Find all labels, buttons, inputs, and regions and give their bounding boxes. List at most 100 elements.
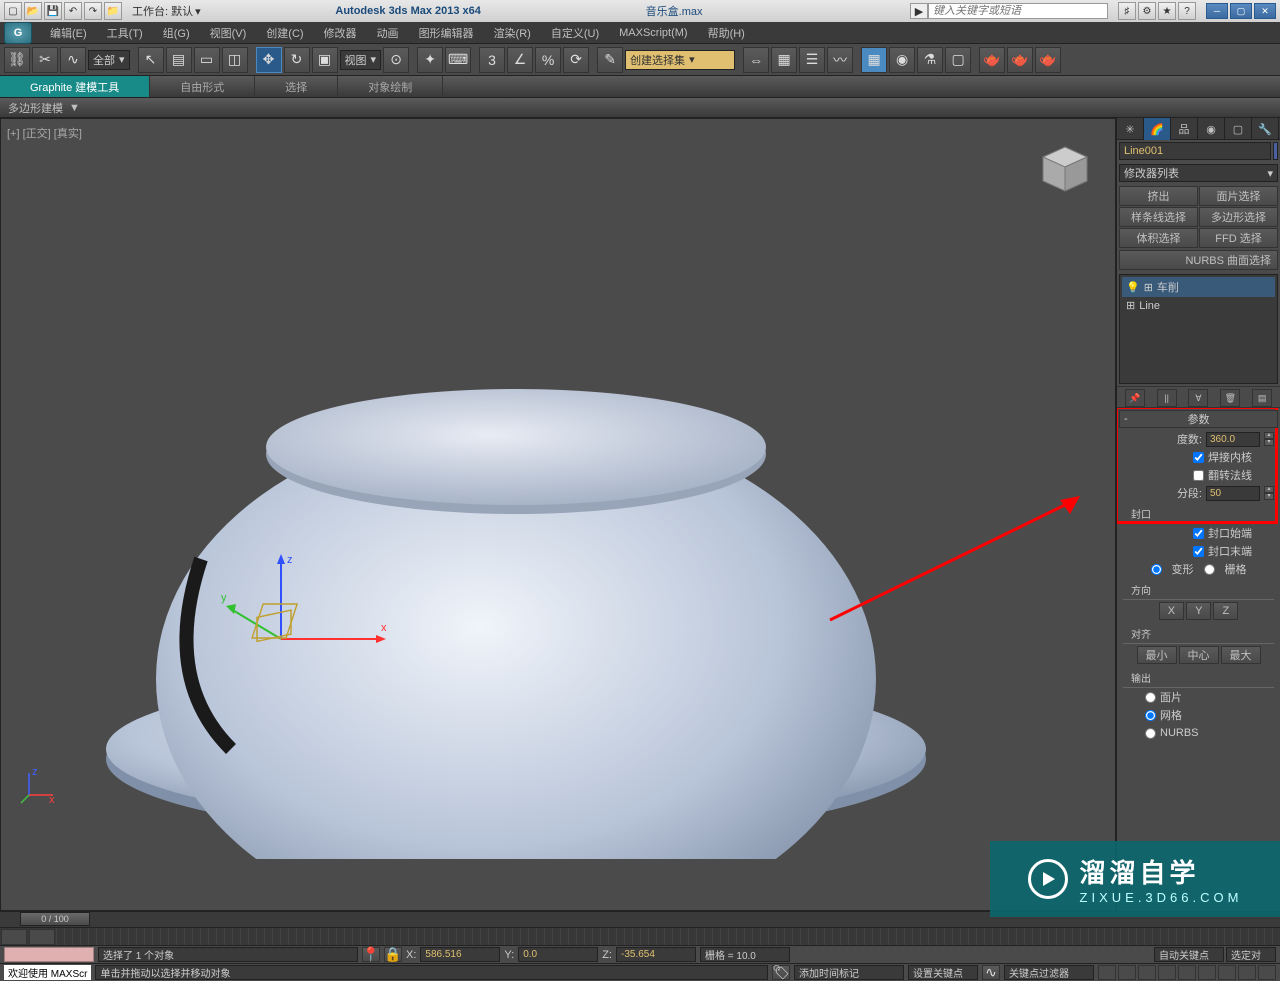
weld-core-checkbox[interactable] — [1193, 452, 1204, 463]
menu-tools[interactable]: 工具(T) — [97, 25, 153, 41]
help-4[interactable]: ? — [1178, 2, 1196, 20]
track-ruler[interactable] — [56, 928, 1280, 945]
track-btn-1[interactable] — [1, 929, 27, 945]
show-result-icon[interactable]: || — [1157, 389, 1177, 407]
menu-create[interactable]: 创建(C) — [256, 25, 313, 41]
maxscript-mini-icon[interactable] — [4, 947, 94, 962]
x-coord-field[interactable]: 586.516 — [420, 947, 500, 962]
ribbon-tab-selection[interactable]: 选择 — [255, 76, 338, 97]
rollout-params-header[interactable]: -参数 — [1119, 410, 1278, 428]
qat-save[interactable]: 💾 — [44, 2, 62, 20]
align-center-button[interactable]: 中心 — [1179, 646, 1219, 664]
time-slider[interactable]: 0 / 100 — [20, 912, 90, 926]
qat-new[interactable]: ▢ — [4, 2, 22, 20]
keyboard-icon[interactable]: ⌨ — [445, 47, 471, 73]
menu-rendering[interactable]: 渲染(R) — [484, 25, 541, 41]
move-icon[interactable]: ✥ — [256, 47, 282, 73]
render-iter-icon[interactable]: 🫖 — [1007, 47, 1033, 73]
viewport-label[interactable]: [+] [正交] [真实] — [7, 125, 82, 141]
workspace-label[interactable]: 工作台: 默认 — [132, 3, 193, 19]
schematic-icon[interactable]: ▦ — [861, 47, 887, 73]
stack-item-line[interactable]: ⊞Line — [1122, 297, 1275, 314]
morph-radio[interactable] — [1151, 564, 1162, 575]
nav-2-icon[interactable] — [1218, 965, 1236, 980]
stack-item-lathe[interactable]: 💡⊞车削 — [1122, 277, 1275, 297]
mod-btn-spline[interactable]: 样条线选择 — [1119, 207, 1198, 227]
dir-y-button[interactable]: Y — [1186, 602, 1211, 620]
mirror-icon[interactable]: ⇔ — [743, 47, 769, 73]
next-frame-icon[interactable] — [1158, 965, 1176, 980]
track-bar[interactable] — [0, 927, 1280, 945]
qat-undo[interactable]: ↶ — [64, 2, 82, 20]
render-frame-icon[interactable]: ▢ — [945, 47, 971, 73]
cap-start-checkbox[interactable] — [1193, 528, 1204, 539]
pivot-icon[interactable]: ⊙ — [383, 47, 409, 73]
manip-icon[interactable]: ✦ — [417, 47, 443, 73]
app-icon[interactable]: G — [4, 22, 32, 44]
maximize-button[interactable]: ▢ — [1230, 3, 1252, 19]
menu-modifiers[interactable]: 修改器 — [314, 25, 367, 41]
snap-3-icon[interactable]: 3 — [479, 47, 505, 73]
goto-end-icon[interactable] — [1178, 965, 1196, 980]
scale-icon[interactable]: ▣ — [312, 47, 338, 73]
remove-mod-icon[interactable]: 🗑 — [1220, 389, 1240, 407]
y-coord-field[interactable]: 0.0 — [518, 947, 598, 962]
select-region-icon[interactable]: ▭ — [194, 47, 220, 73]
key-filters-button[interactable]: 关键点过滤器 — [1004, 965, 1094, 980]
make-unique-icon[interactable]: ∀ — [1188, 389, 1208, 407]
degrees-field[interactable]: 360.0 — [1206, 432, 1260, 447]
cap-end-checkbox[interactable] — [1193, 546, 1204, 557]
set-key-button[interactable]: 设置关键点 — [908, 965, 978, 980]
material-editor-icon[interactable]: ◉ — [889, 47, 915, 73]
render-prod-icon[interactable]: 🫖 — [979, 47, 1005, 73]
out-mesh-radio[interactable] — [1145, 710, 1156, 721]
render-last-icon[interactable]: 🫖 — [1035, 47, 1061, 73]
minimize-button[interactable]: ─ — [1206, 3, 1228, 19]
object-name-field[interactable] — [1119, 142, 1271, 160]
track-btn-2[interactable] — [29, 929, 55, 945]
time-tag-icon[interactable]: 🏷 — [772, 965, 790, 980]
z-coord-field[interactable]: -35.654 — [616, 947, 696, 962]
prev-frame-icon[interactable] — [1118, 965, 1136, 980]
play-icon[interactable] — [1138, 965, 1156, 980]
config-mod-icon[interactable]: ▤ — [1252, 389, 1272, 407]
menu-customize[interactable]: 自定义(U) — [541, 25, 609, 41]
selection-set[interactable]: 创建选择集▾ — [625, 50, 735, 70]
cmd-tab-hierarchy[interactable]: 品 — [1171, 118, 1198, 140]
menu-maxscript[interactable]: MAXScript(M) — [609, 27, 697, 39]
snap-spinner-icon[interactable]: ⟳ — [563, 47, 589, 73]
auto-key-button[interactable]: 自动关键点 — [1154, 947, 1224, 962]
render-setup-icon[interactable]: ⚗ — [917, 47, 943, 73]
menu-help[interactable]: 帮助(H) — [698, 25, 755, 41]
unlink-icon[interactable]: ✂ — [32, 47, 58, 73]
modifier-list-dropdown[interactable]: 修改器列表▾ — [1119, 164, 1278, 182]
selected-dropdown[interactable]: 选定对 — [1226, 947, 1276, 962]
key-mode-icon[interactable]: ∿ — [982, 965, 1000, 980]
ribbon-tab-graphite[interactable]: Graphite 建模工具 — [0, 76, 150, 97]
rotate-icon[interactable]: ↻ — [284, 47, 310, 73]
mod-btn-extrude[interactable]: 挤出 — [1119, 186, 1198, 206]
mod-btn-patch[interactable]: 面片选择 — [1199, 186, 1278, 206]
curve-editor-icon[interactable]: 〰 — [827, 47, 853, 73]
ref-coord[interactable]: 视图▾ — [340, 50, 382, 70]
dir-x-button[interactable]: X — [1159, 602, 1184, 620]
axis-gizmo[interactable]: z x y — [221, 549, 401, 709]
add-time-tag[interactable]: 添加时间标记 — [794, 965, 904, 980]
out-nurbs-radio[interactable] — [1145, 728, 1156, 739]
cmd-tab-modify[interactable]: 🌈 — [1144, 118, 1171, 140]
layers-icon[interactable]: ☰ — [799, 47, 825, 73]
link-icon[interactable]: ⛓ — [4, 47, 30, 73]
help-3[interactable]: ★ — [1158, 2, 1176, 20]
qat-redo[interactable]: ↷ — [84, 2, 102, 20]
nav-1-icon[interactable] — [1198, 965, 1216, 980]
menu-animation[interactable]: 动画 — [367, 25, 409, 41]
qat-project[interactable]: 📁 — [104, 2, 122, 20]
flip-normals-checkbox[interactable] — [1193, 470, 1204, 481]
lock-selection-icon[interactable]: 🔒 — [384, 947, 402, 962]
goto-start-icon[interactable] — [1098, 965, 1116, 980]
menu-views[interactable]: 视图(V) — [200, 25, 257, 41]
poly-model-bar[interactable]: 多边形建模▼ — [0, 98, 1280, 118]
ribbon-tab-paint[interactable]: 对象绘制 — [338, 76, 443, 97]
mod-btn-poly[interactable]: 多边形选择 — [1199, 207, 1278, 227]
cmd-tab-display[interactable]: ▢ — [1225, 118, 1252, 140]
